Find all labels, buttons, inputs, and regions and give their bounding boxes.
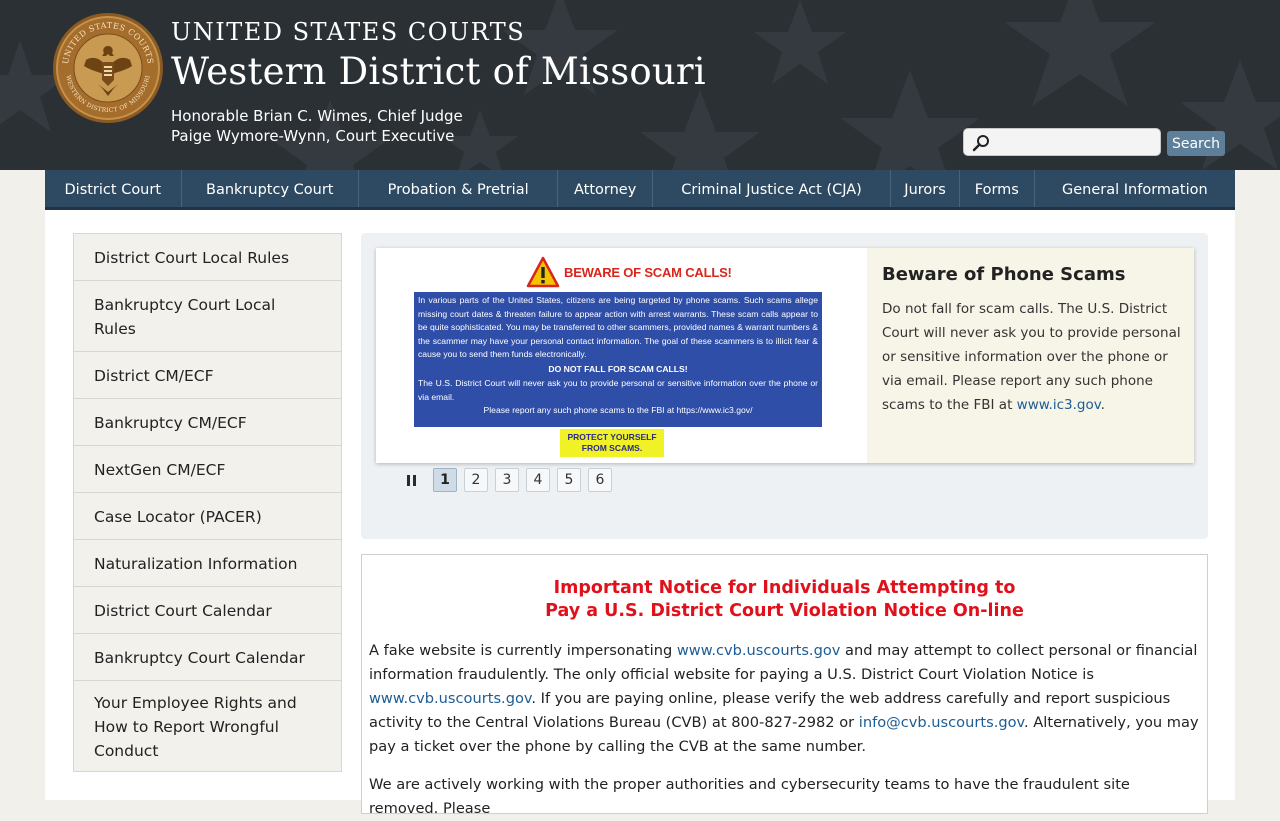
cvb-link-1[interactable]: www.cvb.uscourts.gov	[677, 642, 841, 659]
site-kicker: UNITED STATES COURTS	[171, 18, 526, 46]
nav-probation-pretrial[interactable]: Probation & Pretrial	[359, 170, 559, 207]
court-officials: Honorable Brian C. Wimes, Chief Judge Pa…	[171, 106, 463, 146]
notice-heading-line-1: Important Notice for Individuals Attempt…	[553, 578, 1016, 598]
sidebar-item-district-local-rules[interactable]: District Court Local Rules	[74, 234, 341, 281]
cvb-link-2[interactable]: www.cvb.uscourts.gov	[369, 690, 531, 707]
nav-bankruptcy-court[interactable]: Bankruptcy Court	[182, 170, 359, 207]
scam-image-callout: DO NOT FALL FOR SCAM CALLS!	[548, 363, 688, 374]
court-seal-logo: UNITED STATES COURTS WESTERN DISTRICT OF…	[53, 13, 163, 123]
search-icon	[972, 135, 989, 152]
scam-image-report: Please report any such phone scams to th…	[483, 405, 753, 415]
nav-general-information[interactable]: General Information	[1035, 170, 1235, 207]
nav-district-court[interactable]: District Court	[45, 170, 182, 207]
main-navigation: District Court Bankruptcy Court Probatio…	[45, 170, 1235, 210]
nav-attorney[interactable]: Attorney	[558, 170, 653, 207]
sidebar-item-employee-rights[interactable]: Your Employee Rights and How to Report W…	[74, 681, 341, 771]
ic3-link[interactable]: www.ic3.gov	[1017, 397, 1101, 413]
carousel-pager: 1 2 3 4 5 6	[399, 468, 619, 492]
site-title[interactable]: Western District of Missouri	[171, 50, 706, 93]
nav-forms[interactable]: Forms	[960, 170, 1035, 207]
nav-jurors[interactable]: Jurors	[891, 170, 960, 207]
badge-line-2: FROM SCAMS.	[581, 443, 643, 453]
scam-image-text-box: In various parts of the United States, c…	[414, 292, 822, 427]
sidebar-item-district-calendar[interactable]: District Court Calendar	[74, 587, 341, 634]
cvb-email-link[interactable]: info@cvb.uscourts.gov	[859, 714, 1024, 731]
sidebar-menu: District Court Local Rules Bankruptcy Co…	[73, 233, 342, 772]
notice-p1-a: A fake website is currently impersonatin…	[369, 642, 677, 659]
court-executive: Paige Wymore-Wynn, Court Executive	[171, 127, 455, 145]
main-content: District Court Local Rules Bankruptcy Co…	[45, 210, 1235, 817]
news-carousel: BEWARE OF SCAM CALLS! In various parts o…	[361, 233, 1208, 539]
pager-page-6[interactable]: 6	[588, 468, 612, 492]
scam-image-body2: The U.S. District Court will never ask y…	[418, 378, 818, 402]
search-input[interactable]	[994, 131, 1158, 155]
search-box	[963, 128, 1161, 156]
search-button[interactable]: Search	[1167, 131, 1225, 156]
scam-image-badge: PROTECT YOURSELF FROM SCAMS.	[560, 429, 664, 457]
slide-text-end: .	[1100, 397, 1105, 413]
scam-image-title: BEWARE OF SCAM CALLS!	[526, 256, 732, 288]
scam-image-heading: BEWARE OF SCAM CALLS!	[564, 264, 732, 280]
pager-page-2[interactable]: 2	[464, 468, 488, 492]
sidebar-item-bankruptcy-cmecf[interactable]: Bankruptcy CM/ECF	[74, 399, 341, 446]
sidebar-item-case-locator[interactable]: Case Locator (PACER)	[74, 493, 341, 540]
notice-heading-line-2: Pay a U.S. District Court Violation Noti…	[545, 601, 1024, 621]
pager-page-1[interactable]: 1	[433, 468, 457, 492]
sidebar-item-nextgen-cmecf[interactable]: NextGen CM/ECF	[74, 446, 341, 493]
pager-page-3[interactable]: 3	[495, 468, 519, 492]
sidebar-item-bankruptcy-local-rules[interactable]: Bankruptcy Court Local Rules	[74, 281, 341, 352]
slide-text: Do not fall for scam calls. The U.S. Dis…	[882, 297, 1190, 417]
site-header: UNITED STATES COURTS WESTERN DISTRICT OF…	[0, 0, 1280, 170]
sidebar-item-district-cmecf[interactable]: District CM/ECF	[74, 352, 341, 399]
important-notice: Important Notice for Individuals Attempt…	[361, 554, 1208, 817]
sidebar-item-naturalization[interactable]: Naturalization Information	[74, 540, 341, 587]
pager-page-4[interactable]: 4	[526, 468, 550, 492]
badge-line-1: PROTECT YOURSELF	[567, 432, 657, 442]
scam-image-body: In various parts of the United States, c…	[418, 295, 818, 359]
notice-paragraph-1: A fake website is currently impersonatin…	[369, 639, 1200, 759]
notice-heading: Important Notice for Individuals Attempt…	[369, 577, 1200, 623]
slide-caption: Beware of Phone Scams Do not fall for sc…	[867, 248, 1194, 463]
sidebar-item-bankruptcy-calendar[interactable]: Bankruptcy Court Calendar	[74, 634, 341, 681]
nav-cja[interactable]: Criminal Justice Act (CJA)	[653, 170, 892, 207]
warning-triangle-icon	[526, 256, 560, 288]
slide-heading[interactable]: Beware of Phone Scams	[882, 264, 1190, 285]
chief-judge: Honorable Brian C. Wimes, Chief Judge	[171, 107, 463, 125]
pager-page-5[interactable]: 5	[557, 468, 581, 492]
carousel-slide[interactable]: BEWARE OF SCAM CALLS! In various parts o…	[376, 248, 1194, 463]
pause-icon[interactable]	[399, 468, 423, 492]
notice-paragraph-2: We are actively working with the proper …	[369, 776, 1130, 817]
scam-warning-image: BEWARE OF SCAM CALLS! In various parts o…	[376, 248, 867, 463]
